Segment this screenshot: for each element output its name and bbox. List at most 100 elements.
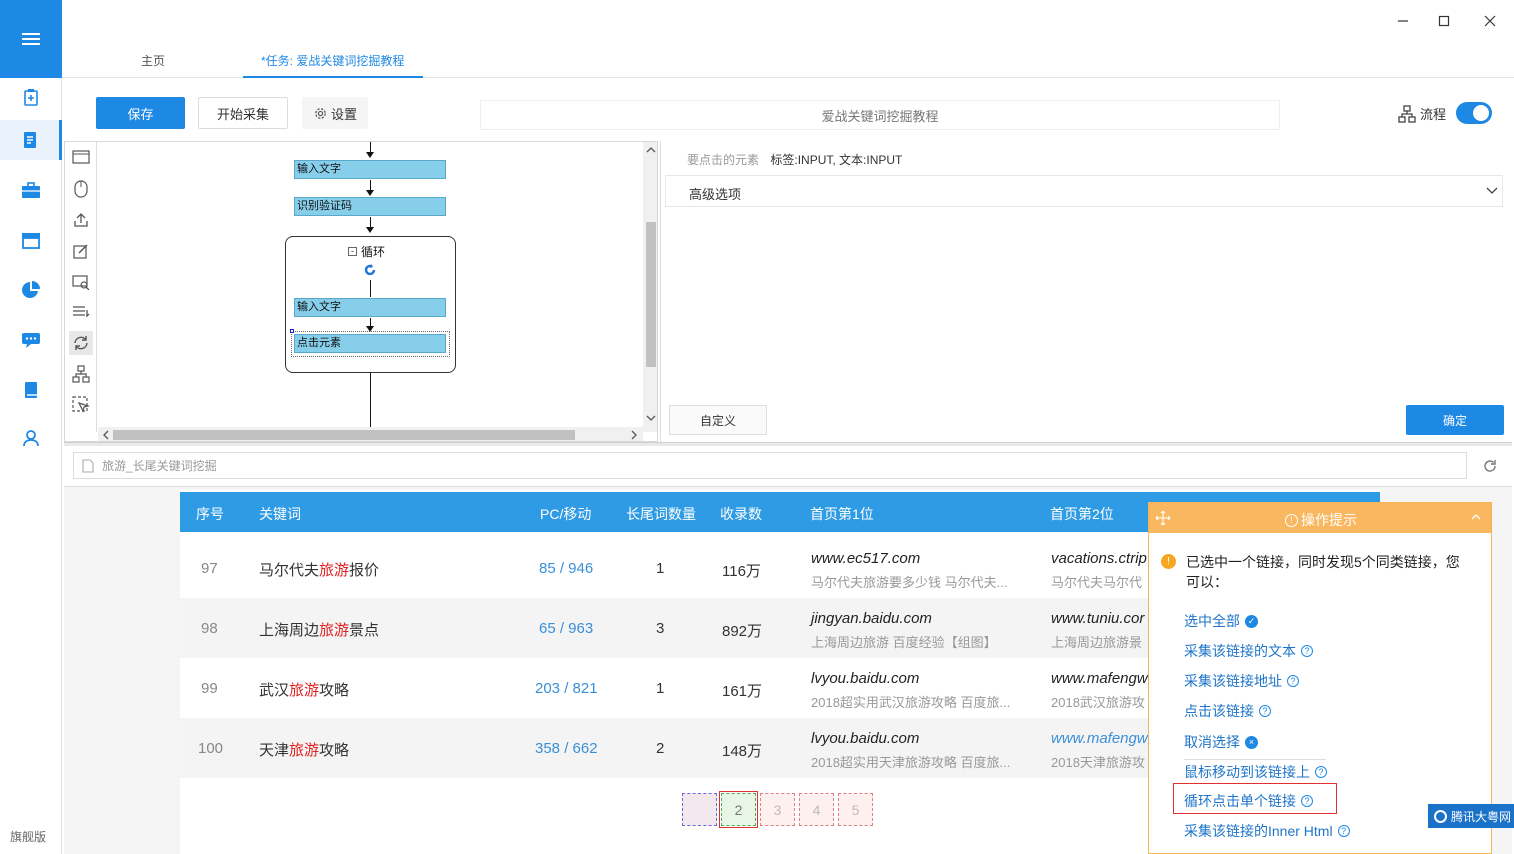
page-link-5[interactable]: 5 <box>838 793 873 826</box>
help-icon[interactable]: ? <box>1315 766 1327 778</box>
flow-step-click-element[interactable]: 点击元素 <box>294 334 446 353</box>
task-title-field[interactable]: 爱战关键词挖掘教程 <box>480 100 1280 130</box>
hint-title: ! 操作提示 <box>1285 510 1357 530</box>
tool-branch[interactable] <box>69 362 93 386</box>
scroll-down-icon[interactable] <box>646 414 656 422</box>
flow-connector <box>370 180 371 190</box>
book-icon <box>25 382 37 398</box>
nav-statistics[interactable] <box>0 270 62 310</box>
help-icon[interactable]: ? <box>1337 825 1350 837</box>
scroll-up-icon[interactable] <box>646 146 656 154</box>
row-indexed: 161万 <box>722 683 763 700</box>
captcha-icon <box>72 275 90 290</box>
tab-task[interactable]: *任务: 爱战关键词挖掘教程 <box>261 52 404 69</box>
custom-button[interactable]: 自定义 <box>669 405 767 435</box>
move-icon[interactable] <box>1155 510 1171 526</box>
nav-new-task[interactable] <box>0 77 62 117</box>
row-pc-mobile[interactable]: 65 / 963 <box>539 620 593 637</box>
tool-switch[interactable] <box>69 300 93 324</box>
refresh-icon[interactable] <box>1482 458 1498 474</box>
row-pc-mobile[interactable]: 85 / 946 <box>539 560 593 577</box>
tool-input[interactable] <box>69 239 93 263</box>
tool-captcha[interactable] <box>69 270 93 294</box>
loop-header: - 循环 <box>348 243 385 260</box>
nav-toolbox[interactable] <box>0 170 62 210</box>
option-collect-inner-html[interactable]: 采集该链接的Inner Html? <box>1184 821 1350 841</box>
settings-button[interactable]: 设置 <box>302 97 368 129</box>
option-collect-text[interactable]: 采集该链接的文本? <box>1184 641 1313 661</box>
option-loop-click-link[interactable]: 循环点击单个链接? <box>1184 791 1313 811</box>
flow-step-captcha[interactable]: 识别验证码 <box>294 197 446 216</box>
tool-extract[interactable] <box>69 208 93 232</box>
nav-tutorials[interactable] <box>0 370 62 410</box>
col-rank1: 首页第1位 <box>810 506 874 522</box>
scroll-thumb[interactable] <box>646 222 656 367</box>
nav-market[interactable] <box>0 220 62 260</box>
row-keyword[interactable]: 武汉旅游攻略 <box>259 679 349 700</box>
tencent-badge[interactable]: 腾讯大粤网 <box>1428 804 1514 828</box>
ok-button[interactable]: 确定 <box>1406 405 1504 435</box>
minimize-button[interactable] <box>1390 10 1416 32</box>
row-rank1-site[interactable]: jingyan.baidu.com <box>811 610 932 627</box>
option-click-link[interactable]: 点击该链接? <box>1184 701 1271 721</box>
scroll-left-icon[interactable] <box>102 430 110 440</box>
tool-mouse-hover[interactable] <box>69 393 93 417</box>
start-collect-button[interactable]: 开始采集 <box>198 97 288 129</box>
tool-open-page[interactable] <box>69 146 93 170</box>
row-pc-mobile[interactable]: 203 / 821 <box>535 680 598 697</box>
option-hover-link[interactable]: 鼠标移动到该链接上? <box>1184 762 1327 782</box>
row-rank1-site[interactable]: www.ec517.com <box>811 550 920 567</box>
row-keyword[interactable]: 上海周边旅游景点 <box>259 619 379 640</box>
flow-arrow <box>366 152 374 158</box>
flow-step-loop-input[interactable]: 输入文字 <box>294 298 446 317</box>
page-url-bar[interactable]: 旅游_长尾关键词挖掘 <box>73 452 1467 479</box>
flow-arrow <box>366 227 374 233</box>
info-icon: ! <box>1285 513 1298 527</box>
nav-account[interactable] <box>0 418 62 458</box>
row-rank1-site[interactable]: lvyou.baidu.com <box>811 730 919 747</box>
scroll-thumb[interactable] <box>113 430 575 440</box>
option-cancel-selection[interactable]: 取消选择 × <box>1184 732 1258 752</box>
tencent-badge-text: 腾讯大粤网 <box>1451 809 1512 824</box>
help-icon[interactable]: ? <box>1259 705 1271 717</box>
row-rank1-desc: 上海周边旅游 百度经验【组图】 <box>811 635 997 650</box>
row-rank2-site[interactable]: www.mafengw <box>1051 730 1148 747</box>
advanced-options-row[interactable]: 高级选项 <box>665 175 1503 207</box>
tool-loop[interactable] <box>69 331 93 355</box>
maximize-button[interactable] <box>1431 10 1457 32</box>
row-rank1-site[interactable]: lvyou.baidu.com <box>811 670 919 687</box>
row-keyword[interactable]: 天津旅游攻略 <box>259 739 349 760</box>
help-icon[interactable]: ? <box>1287 675 1299 687</box>
nav-tasks[interactable] <box>0 120 62 160</box>
option-select-all[interactable]: 选中全部 ✓ <box>1184 611 1258 631</box>
close-button[interactable] <box>1477 10 1503 32</box>
page-link-3[interactable]: 3 <box>760 793 795 826</box>
row-keyword[interactable]: 马尔代夫旅游报价 <box>259 559 379 580</box>
page-link-1[interactable]: 1 <box>682 793 717 826</box>
scroll-right-icon[interactable] <box>630 430 638 440</box>
row-rank1-desc: 2018超实用武汉旅游攻略 百度旅... <box>811 695 1011 710</box>
row-rank2-site[interactable]: www.mafengw <box>1051 670 1148 687</box>
help-icon[interactable]: ? <box>1301 645 1313 657</box>
option-collect-url[interactable]: 采集该链接地址? <box>1184 671 1299 691</box>
nav-messages[interactable] <box>0 320 62 360</box>
row-pc-mobile[interactable]: 358 / 662 <box>535 740 598 757</box>
flow-step-input-text[interactable]: 输入文字 <box>294 160 446 179</box>
panel-splitter[interactable] <box>64 442 1512 446</box>
collapse-up-icon[interactable] <box>1471 513 1481 521</box>
page-link-2[interactable]: 2 <box>719 791 758 828</box>
tab-home[interactable]: 主页 <box>141 52 165 69</box>
maximize-icon <box>1438 15 1450 27</box>
row-rank2-site[interactable]: vacations.ctrip <box>1051 550 1147 567</box>
menu-button[interactable] <box>0 0 62 78</box>
collapse-icon[interactable]: - <box>348 247 357 256</box>
row-rank2-site[interactable]: www.tuniu.cor <box>1051 610 1144 627</box>
loop-label: 循环 <box>361 245 386 259</box>
help-icon[interactable]: ? <box>1301 795 1313 807</box>
save-button[interactable]: 保存 <box>96 97 185 129</box>
page-link-4[interactable]: 4 <box>799 793 834 826</box>
hint-header[interactable]: ! 操作提示 <box>1149 503 1491 533</box>
flow-toggle[interactable] <box>1456 102 1492 124</box>
row-rank2-desc: 2018天津旅游攻 <box>1051 755 1145 770</box>
tool-click[interactable] <box>69 177 93 201</box>
